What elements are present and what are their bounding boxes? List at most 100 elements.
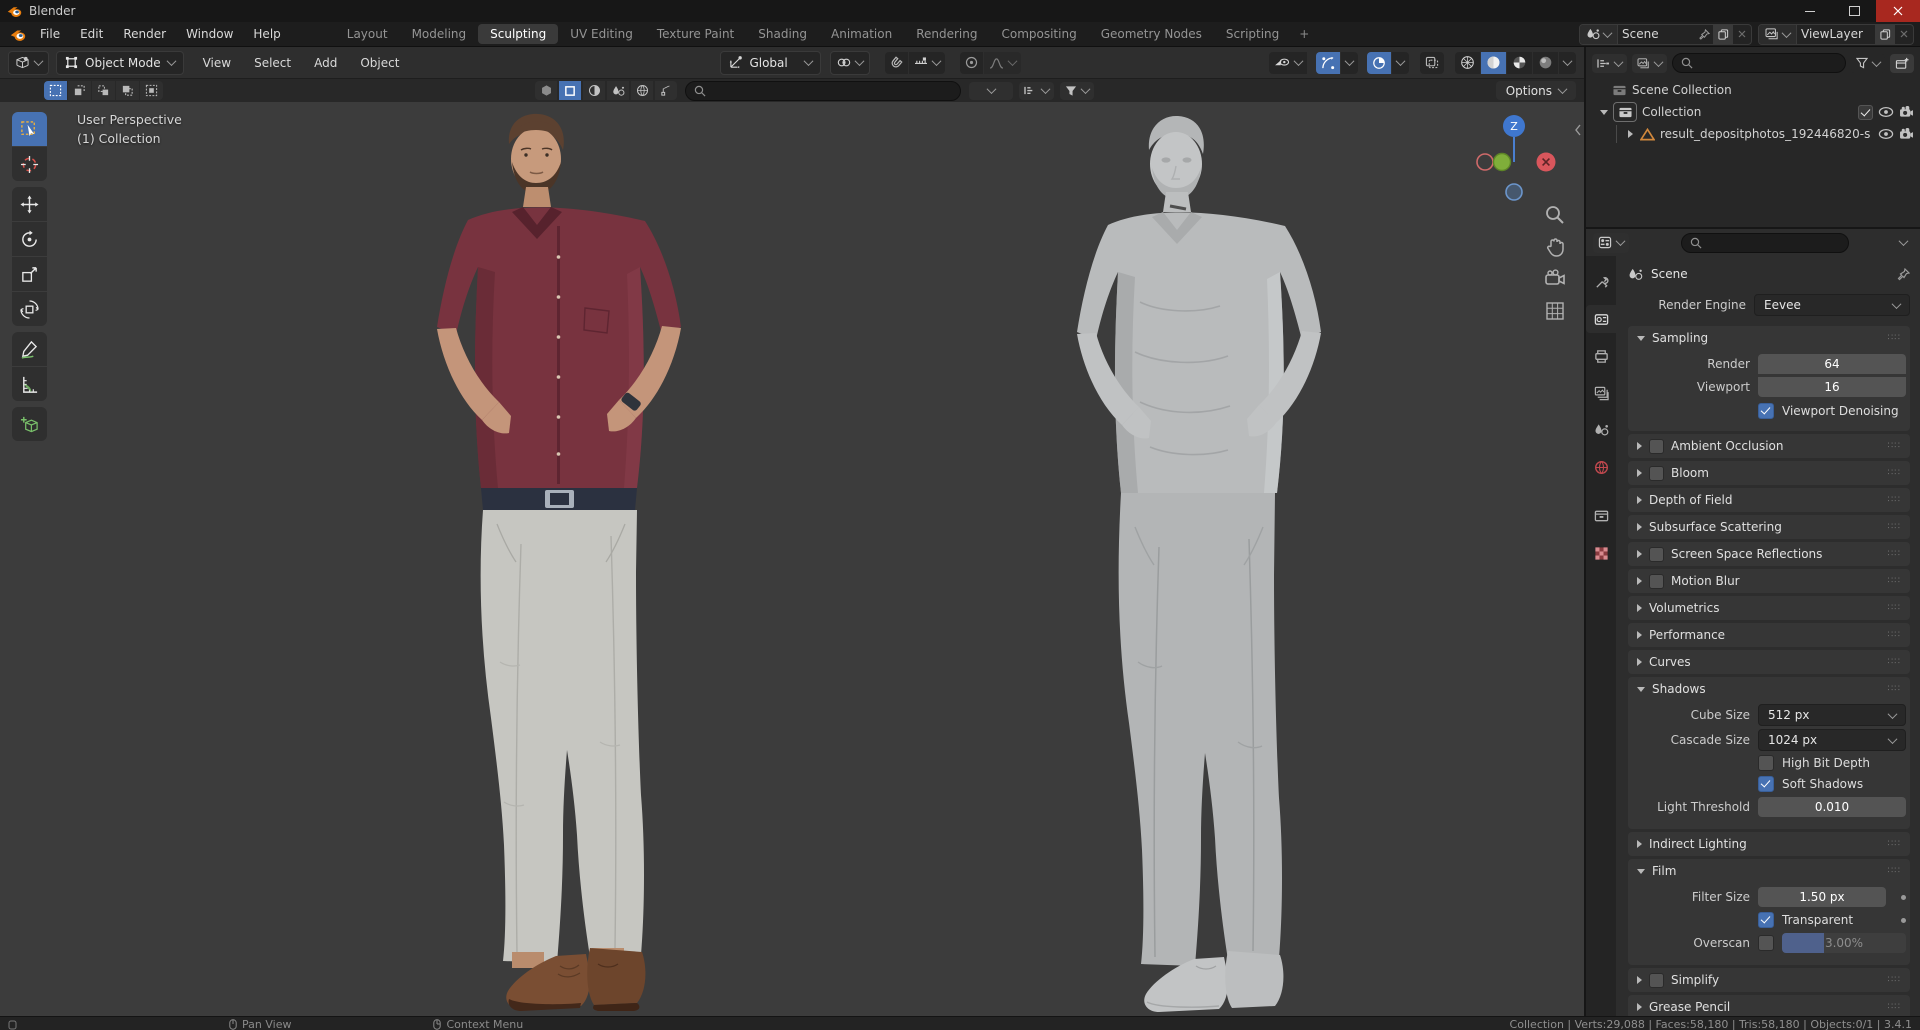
halfsphere-icon[interactable] bbox=[583, 81, 605, 100]
outliner-row-scene-collection[interactable]: Scene Collection bbox=[1586, 79, 1920, 101]
outliner-filter-dropdown[interactable] bbox=[1851, 54, 1885, 73]
world-icon[interactable] bbox=[631, 81, 653, 100]
panel-screen-space-reflections[interactable]: Screen Space Reflections∷∷ bbox=[1628, 542, 1910, 566]
menu-render[interactable]: Render bbox=[113, 24, 176, 44]
properties-editor-type-button[interactable] bbox=[1593, 233, 1629, 253]
overlays-settings-dropdown[interactable] bbox=[1392, 52, 1409, 74]
sampling-viewport-field[interactable]: 16 bbox=[1758, 377, 1906, 397]
outliner-filter-type-dropdown[interactable] bbox=[1632, 54, 1667, 73]
properties-search-input[interactable] bbox=[1681, 233, 1849, 253]
shading-wireframe-button[interactable] bbox=[1455, 52, 1480, 74]
tab-tool[interactable] bbox=[1586, 268, 1616, 296]
reference-photo-man[interactable] bbox=[437, 114, 681, 1011]
outliner-display-mode-dropdown[interactable] bbox=[1592, 54, 1627, 73]
expand-icon[interactable] bbox=[1600, 110, 1608, 115]
filter-dropdown[interactable] bbox=[1060, 82, 1094, 100]
tab-scene[interactable] bbox=[1586, 416, 1616, 444]
tab-texture[interactable] bbox=[1586, 539, 1616, 567]
tool-move[interactable] bbox=[12, 187, 47, 221]
shading-material-button[interactable] bbox=[1507, 52, 1532, 74]
tab-texture-paint[interactable]: Texture Paint bbox=[645, 24, 746, 44]
zoom-view-button[interactable] bbox=[1544, 204, 1566, 226]
pin-icon[interactable] bbox=[1696, 29, 1713, 40]
overscan-checkbox[interactable] bbox=[1758, 935, 1774, 951]
shading-settings-dropdown[interactable] bbox=[1559, 52, 1576, 74]
new-collection-button[interactable] bbox=[1890, 54, 1914, 73]
tab-world[interactable] bbox=[1586, 453, 1616, 481]
snap-settings-dropdown[interactable] bbox=[909, 52, 945, 74]
tab-render[interactable] bbox=[1586, 305, 1616, 333]
panel-simplify[interactable]: Simplify∷∷ bbox=[1628, 968, 1910, 992]
scene-browse-button[interactable] bbox=[1580, 25, 1618, 44]
toggle-ortho-button[interactable] bbox=[1544, 300, 1566, 322]
close-button[interactable] bbox=[1876, 0, 1920, 22]
filter-size-field[interactable]: 1.50 px bbox=[1758, 887, 1886, 907]
panel-motion-blur[interactable]: Motion Blur∷∷ bbox=[1628, 569, 1910, 593]
tab-modeling[interactable]: Modeling bbox=[400, 24, 479, 44]
viewlayer-browse-button[interactable] bbox=[1759, 25, 1797, 44]
panel-ambient-occlusion[interactable]: Ambient Occlusion∷∷ bbox=[1628, 434, 1910, 458]
minimize-button[interactable] bbox=[1788, 0, 1832, 22]
transparent-checkbox[interactable] bbox=[1758, 912, 1774, 928]
viewport-menu-add[interactable]: Add bbox=[304, 53, 347, 73]
panel-shadows-header[interactable]: Shadows ∷∷ bbox=[1628, 677, 1910, 701]
outliner-row-collection[interactable]: Collection bbox=[1586, 101, 1920, 123]
proportional-falloff-dropdown[interactable] bbox=[984, 52, 1021, 74]
tab-output[interactable] bbox=[1586, 342, 1616, 370]
overscan-slider[interactable]: 3.00% bbox=[1782, 933, 1906, 953]
panel-checkbox[interactable] bbox=[1649, 439, 1664, 454]
tab-view-layer[interactable] bbox=[1586, 379, 1616, 407]
viewport-shading-tile-active[interactable] bbox=[559, 81, 581, 100]
menu-edit[interactable]: Edit bbox=[70, 24, 113, 44]
new-viewlayer-button[interactable] bbox=[1875, 25, 1895, 44]
panel-bloom[interactable]: Bloom∷∷ bbox=[1628, 461, 1910, 485]
blender-menu-icon[interactable] bbox=[6, 28, 30, 41]
panel-film-header[interactable]: Film ∷∷ bbox=[1628, 859, 1910, 883]
tab-animation[interactable]: Animation bbox=[819, 24, 904, 44]
tool-rotate[interactable] bbox=[12, 222, 47, 256]
hide-viewport-eye-icon[interactable] bbox=[1878, 106, 1894, 118]
tool-annotate[interactable] bbox=[12, 332, 47, 366]
pan-view-button[interactable] bbox=[1544, 236, 1566, 258]
viewlayer-name[interactable]: ViewLayer bbox=[1797, 27, 1875, 41]
pivot-point-dropdown[interactable] bbox=[830, 51, 870, 75]
tool-cursor[interactable] bbox=[12, 147, 47, 181]
scene-name[interactable]: Scene bbox=[1618, 27, 1696, 41]
tool-scale[interactable] bbox=[12, 257, 47, 291]
shading-rendered-button[interactable] bbox=[1533, 52, 1558, 74]
hide-viewport-eye-icon[interactable] bbox=[1878, 128, 1894, 140]
viewport-denoising-checkbox[interactable] bbox=[1758, 403, 1774, 419]
tab-collection[interactable] bbox=[1586, 502, 1616, 530]
camera-view-button[interactable] bbox=[1544, 268, 1566, 290]
tab-scripting[interactable]: Scripting bbox=[1214, 24, 1291, 44]
panel-depth-of-field[interactable]: Depth of Field∷∷ bbox=[1628, 488, 1910, 512]
outliner-row-mesh-object[interactable]: result_depositphotos_192446820-s bbox=[1586, 123, 1920, 145]
breadcrumb-scene[interactable]: Scene bbox=[1651, 267, 1688, 281]
sculpt-mesh-man[interactable] bbox=[1077, 116, 1321, 1012]
light-threshold-field[interactable]: 0.010 bbox=[1758, 797, 1906, 817]
panel-checkbox[interactable] bbox=[1649, 547, 1664, 562]
panel-volumetrics[interactable]: Volumetrics∷∷ bbox=[1628, 596, 1910, 620]
tab-geometry-nodes[interactable]: Geometry Nodes bbox=[1089, 24, 1214, 44]
remove-viewlayer-button[interactable] bbox=[1895, 30, 1913, 38]
tab-compositing[interactable]: Compositing bbox=[989, 24, 1088, 44]
panel-sampling-header[interactable]: Sampling ∷∷ bbox=[1628, 326, 1910, 350]
transform-orientation-dropdown[interactable]: Global bbox=[720, 51, 820, 75]
options-button[interactable]: Options bbox=[1496, 81, 1576, 100]
select-mode-extend[interactable] bbox=[68, 81, 91, 100]
tab-uv-editing[interactable]: UV Editing bbox=[558, 24, 645, 44]
outliner-search-input[interactable] bbox=[1672, 53, 1846, 73]
region-toggle-arrow[interactable] bbox=[1574, 124, 1582, 136]
tool-transform[interactable] bbox=[12, 292, 47, 326]
tab-rendering[interactable]: Rendering bbox=[904, 24, 989, 44]
collapsed-dropdown[interactable] bbox=[969, 82, 1013, 100]
menu-window[interactable]: Window bbox=[176, 24, 243, 44]
animate-dot-icon[interactable] bbox=[1901, 895, 1906, 900]
matcap-icon[interactable] bbox=[535, 81, 557, 100]
viewport-menu-view[interactable]: View bbox=[193, 53, 241, 73]
menu-help[interactable]: Help bbox=[243, 24, 290, 44]
tool-measure[interactable] bbox=[12, 367, 47, 401]
add-workspace-button[interactable]: + bbox=[1291, 24, 1317, 44]
select-mode-intersect[interactable] bbox=[140, 81, 163, 100]
select-mode-invert[interactable] bbox=[116, 81, 139, 100]
